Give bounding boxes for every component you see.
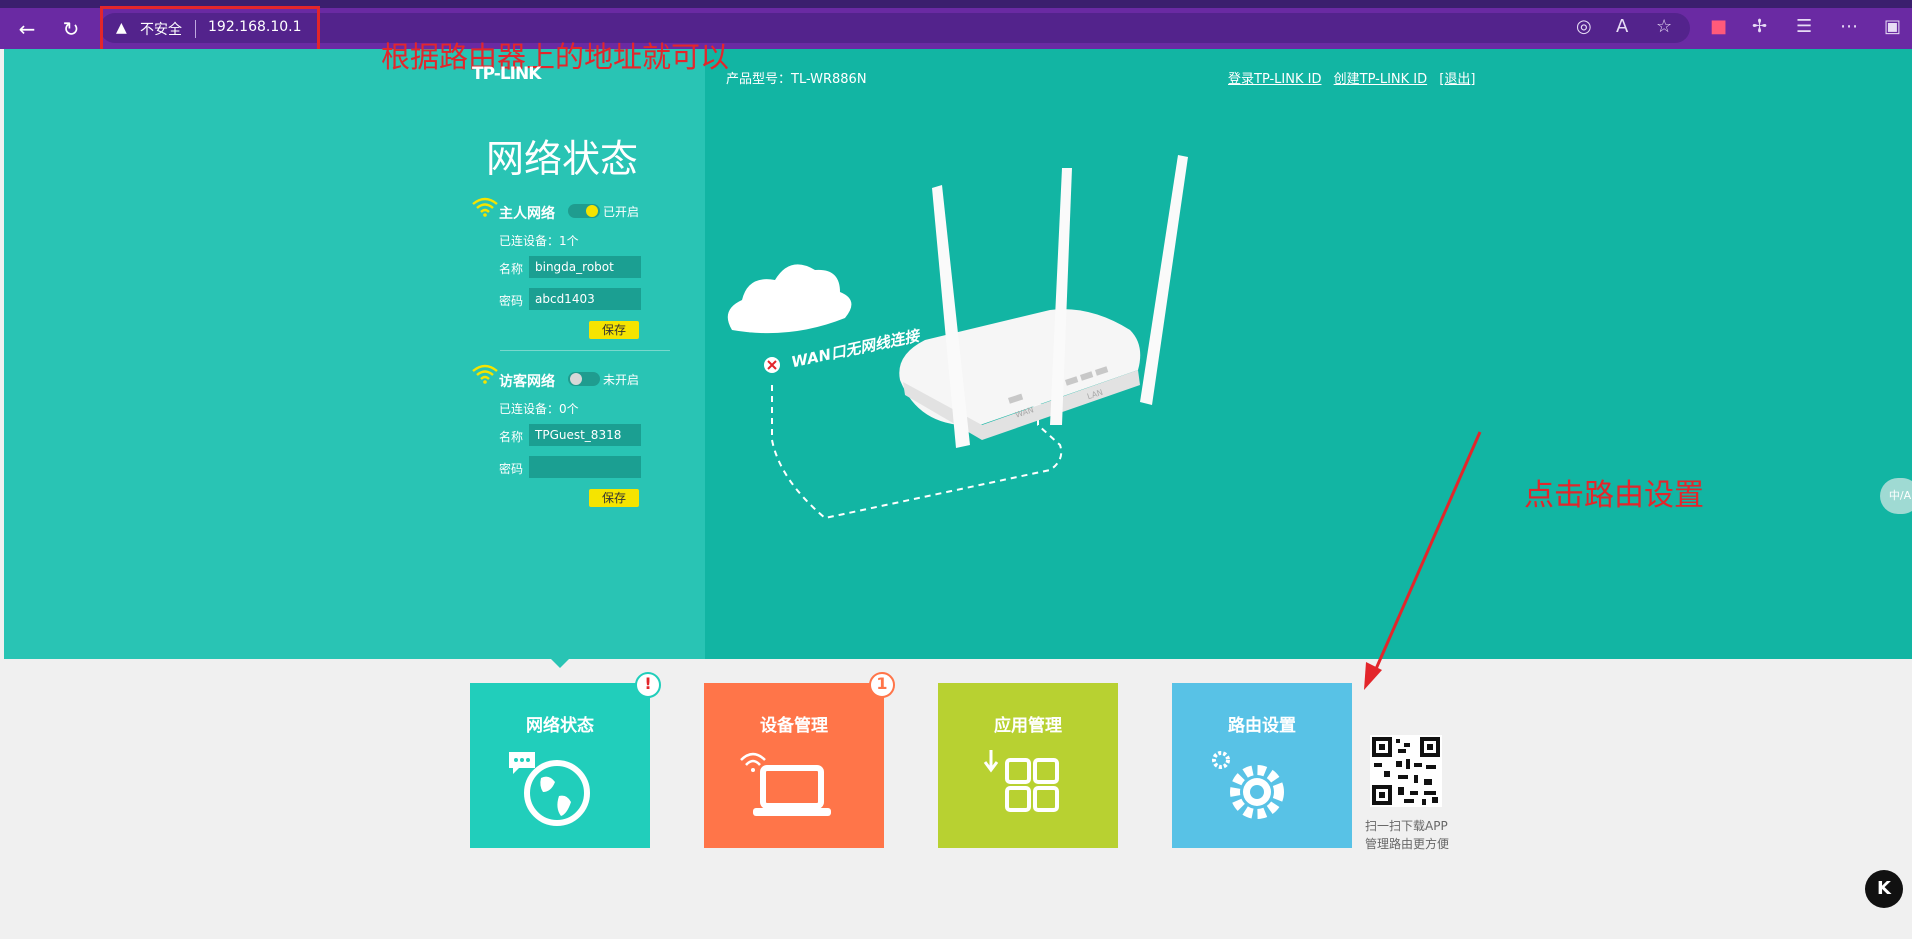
tile-label: 路由设置 (1228, 716, 1296, 736)
tile-app-management[interactable]: 应用管理 (938, 683, 1118, 848)
reload-icon[interactable]: ↻ (58, 16, 84, 42)
main-ssid-field[interactable]: bingda_robot (529, 256, 641, 278)
main-connected-devices: 已连设备：1个 (499, 234, 579, 248)
address-bar[interactable] (100, 13, 1690, 43)
tile-network-status[interactable]: 网络状态 ! (470, 672, 661, 848)
gear-icon (1212, 751, 1284, 819)
assistant-float-button[interactable]: K (1865, 870, 1903, 908)
favorite-star-icon[interactable]: ☆ (1656, 16, 1672, 37)
tile-device-management[interactable]: 设备管理 1 (704, 672, 895, 848)
translate-icon[interactable]: ■ (1710, 16, 1727, 37)
annotation-arrow (1364, 431, 1482, 690)
active-tile-pointer (551, 659, 569, 668)
router-illustration (727, 155, 1188, 520)
globe-icon (509, 752, 590, 826)
main-password-field[interactable]: abcd1403 (529, 288, 641, 310)
annotation-arrow-note: 点击路由设置 (1524, 478, 1704, 513)
panel-divider (500, 350, 670, 351)
favorites-icon[interactable]: ☰ (1796, 16, 1812, 37)
alert-badge: ! (635, 672, 661, 698)
login-link[interactable]: 登录TP-LINK ID (1228, 72, 1322, 87)
guest-ssid-field[interactable]: TPGuest_8318 (529, 424, 641, 446)
back-icon[interactable]: ← (14, 16, 40, 42)
count-badge: 1 (869, 672, 895, 698)
account-links: 登录TP-LINK ID 创建TP-LINK ID [退出] (1228, 68, 1483, 87)
guest-network-toggle[interactable] (568, 372, 600, 386)
tile-label: 应用管理 (994, 716, 1062, 736)
tile-router-settings[interactable]: 路由设置 (1172, 683, 1352, 848)
qr-caption-line1: 扫一扫下载APP (1365, 819, 1448, 833)
wifi-icon (472, 197, 498, 217)
guest-network-label: 访客网络 (499, 374, 555, 390)
main-name-label: 名称 (499, 262, 524, 276)
tile-label: 设备管理 (760, 716, 828, 736)
guest-password-field[interactable] (529, 456, 641, 478)
guest-save-button[interactable]: 保存 (589, 489, 639, 507)
panel-title: 网络状态 (486, 137, 639, 181)
guest-wifi-icon (472, 364, 498, 384)
create-id-link[interactable]: 创建TP-LINK ID (1334, 72, 1428, 87)
more-icon[interactable]: ⋯ (1840, 16, 1858, 37)
guest-name-label: 名称 (499, 430, 524, 444)
main-network-label: 主人网络 (499, 206, 555, 222)
product-model: 产品型号：TL-WR886N (726, 72, 867, 87)
laptop-icon (740, 752, 831, 816)
main-password-label: 密码 (499, 294, 524, 308)
sidebar-toggle-icon[interactable]: ▣ (1884, 16, 1901, 37)
toggle-knob (570, 373, 582, 385)
guest-connected-devices: 已连设备：0个 (499, 402, 579, 416)
read-aloud-icon[interactable]: A (1616, 16, 1628, 37)
qr-caption-line2: 管理路由更方便 (1365, 837, 1450, 851)
main-network-state: 已开启 (603, 205, 640, 219)
apps-icon (983, 750, 1059, 812)
qr-caption: 扫一扫下载APP 管理路由更方便 (1365, 817, 1449, 853)
guest-network-state: 未开启 (603, 373, 640, 387)
logout-link[interactable]: [退出] (1439, 72, 1475, 87)
extensions-icon[interactable]: ✢ (1752, 16, 1767, 37)
brand-logo: TP-LINK (472, 64, 541, 84)
qr-code (1370, 735, 1442, 807)
main-network-toggle[interactable] (568, 204, 600, 218)
guest-password-label: 密码 (499, 462, 524, 476)
immersive-reader-icon[interactable]: ◎ (1576, 16, 1592, 37)
toggle-knob (586, 205, 598, 217)
translate-float-button[interactable]: 中/A (1880, 478, 1912, 514)
annotation-top-note: 根据路由器上的地址就可以 (381, 40, 730, 74)
main-save-button[interactable]: 保存 (589, 321, 639, 339)
tile-label: 网络状态 (526, 716, 594, 736)
